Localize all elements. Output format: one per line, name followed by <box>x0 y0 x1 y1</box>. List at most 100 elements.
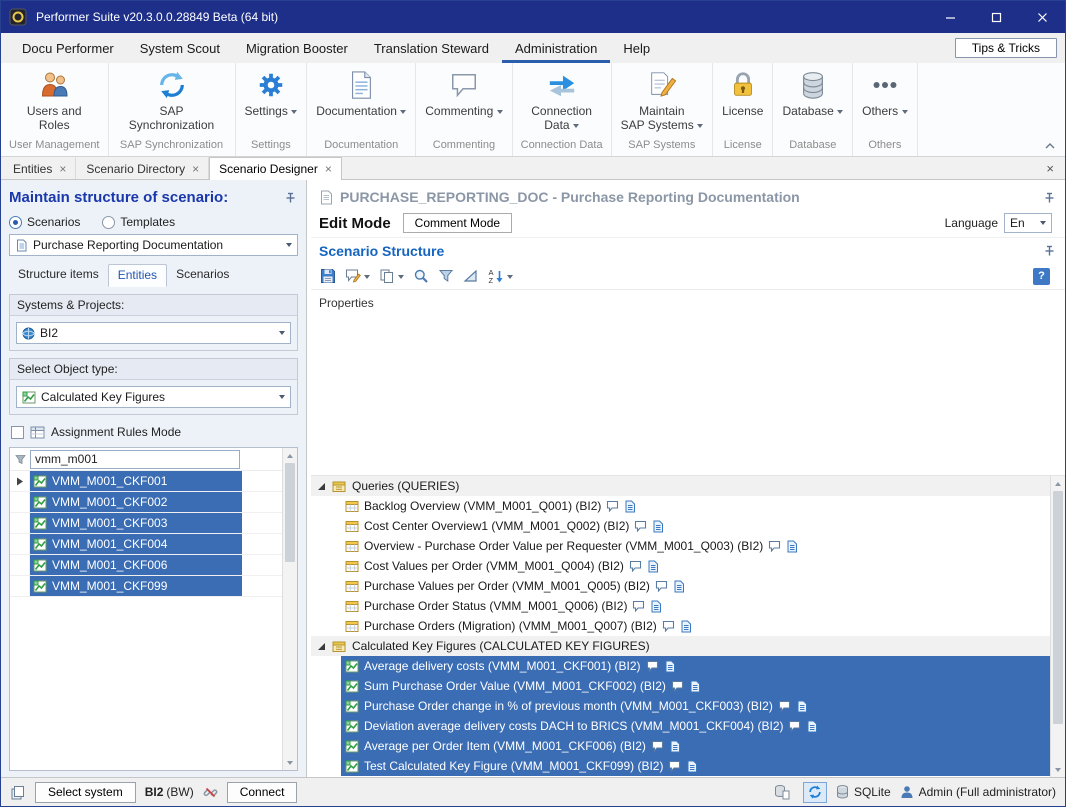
menu-item-migration-booster[interactable]: Migration Booster <box>233 33 361 63</box>
menu-item-administration[interactable]: Administration <box>502 33 610 63</box>
select-system-button[interactable]: Select system <box>35 782 136 803</box>
comment-options-button[interactable] <box>342 265 373 287</box>
comment-icon[interactable] <box>606 500 619 512</box>
ribbon-button-connection-data[interactable]: Connection Data <box>522 63 601 137</box>
tab-structure-items[interactable]: Structure items <box>9 264 108 287</box>
scroll-thumb[interactable] <box>1053 491 1063 724</box>
close-icon[interactable]: × <box>192 163 199 175</box>
tips-tricks-button[interactable]: Tips & Tricks <box>955 38 1057 58</box>
comment-icon[interactable] <box>671 680 684 692</box>
tree-item[interactable]: Test Calculated Key Figure (VMM_M001_CKF… <box>311 756 1050 776</box>
object-type-combobox[interactable]: Calculated Key Figures <box>16 386 291 408</box>
tab-scenario-designer[interactable]: Scenario Designer× <box>209 157 342 180</box>
zoom-button[interactable] <box>410 266 432 286</box>
ribbon-button-others[interactable]: Others <box>853 63 916 137</box>
close-icon[interactable]: × <box>59 163 66 175</box>
tree-scrollbar[interactable] <box>1050 476 1065 777</box>
copy-button[interactable] <box>376 265 407 287</box>
help-button[interactable]: ? <box>1033 268 1050 285</box>
connect-button[interactable]: Connect <box>227 782 298 803</box>
collapse-icon[interactable] <box>317 482 326 491</box>
tree-item[interactable]: Overview - Purchase Order Value per Requ… <box>311 536 1050 556</box>
comment-icon[interactable] <box>651 740 664 752</box>
scroll-down-icon[interactable] <box>283 755 297 770</box>
scenario-combobox[interactable]: Purchase Reporting Documentation <box>9 234 298 256</box>
scroll-up-icon[interactable] <box>1051 476 1065 491</box>
scroll-track[interactable] <box>283 463 297 755</box>
ribbon-button-database[interactable]: Database <box>773 63 852 137</box>
comment-icon[interactable] <box>662 620 675 632</box>
tree-item[interactable]: Purchase Orders (Migration) (VMM_M001_Q0… <box>311 616 1050 636</box>
document-icon[interactable] <box>652 520 664 533</box>
language-combobox[interactable]: En <box>1004 213 1052 233</box>
grid-row[interactable]: VMM_M001_CKF099 <box>10 576 282 597</box>
ribbon-button-settings[interactable]: Settings <box>236 63 307 137</box>
document-icon[interactable] <box>796 700 808 713</box>
comment-icon[interactable] <box>632 600 645 612</box>
tree-item[interactable]: Backlog Overview (VMM_M001_Q001) (BI2) <box>311 496 1050 516</box>
tree-item[interactable]: Purchase Order change in % of previous m… <box>311 696 1050 716</box>
ribbon-button-commenting[interactable]: Commenting <box>416 63 511 137</box>
scroll-track[interactable] <box>1051 491 1065 762</box>
filter-funnel-icon[interactable] <box>10 454 30 465</box>
collapse-icon[interactable] <box>317 642 326 651</box>
comment-icon[interactable] <box>778 700 791 712</box>
grid-row[interactable]: VMM_M001_CKF001 <box>10 471 282 492</box>
document-icon[interactable] <box>624 500 636 513</box>
grid-row[interactable]: VMM_M001_CKF004 <box>10 534 282 555</box>
document-icon[interactable] <box>689 680 701 693</box>
menu-item-system-scout[interactable]: System Scout <box>127 33 233 63</box>
tree-group-queries-queries[interactable]: Queries (QUERIES) <box>311 476 1050 496</box>
comment-icon[interactable] <box>646 660 659 672</box>
ribbon-button-documentation[interactable]: Documentation <box>307 63 415 137</box>
tab-entities[interactable]: Entities <box>108 264 167 287</box>
tree-item[interactable]: Cost Center Overview1 (VMM_M001_Q002) (B… <box>311 516 1050 536</box>
document-icon[interactable] <box>650 600 662 613</box>
grid-row[interactable]: VMM_M001_CKF006 <box>10 555 282 576</box>
comment-icon[interactable] <box>788 720 801 732</box>
menu-item-help[interactable]: Help <box>610 33 663 63</box>
filter-button[interactable] <box>435 266 457 286</box>
radio-templates[interactable]: Templates <box>102 215 175 229</box>
comment-icon[interactable] <box>629 560 642 572</box>
grid-row[interactable]: VMM_M001_CKF003 <box>10 513 282 534</box>
save-button[interactable] <box>317 266 339 286</box>
document-icon[interactable] <box>680 620 692 633</box>
comment-icon[interactable] <box>668 760 681 772</box>
tabstrip-close-icon[interactable]: × <box>1035 157 1065 179</box>
sort-button[interactable]: AZ <box>485 265 516 287</box>
radio-scenarios[interactable]: Scenarios <box>9 215 80 229</box>
ribbon-button-sap-synchronization[interactable]: SAP Synchronization <box>109 63 235 137</box>
tab-entities[interactable]: Entities× <box>3 157 76 179</box>
ribbon-button-users-and-roles[interactable]: Users and Roles <box>18 63 91 137</box>
assignment-rules-checkbox[interactable] <box>11 426 24 439</box>
system-combobox[interactable]: BI2 <box>16 322 291 344</box>
grid-scrollbar[interactable] <box>282 448 297 770</box>
scroll-down-icon[interactable] <box>1051 762 1065 777</box>
tree-item[interactable]: Average per Order Item (VMM_M001_CKF006)… <box>311 736 1050 756</box>
scroll-up-icon[interactable] <box>283 448 297 463</box>
tree-group-calculated-key-figures-calculated-key-figures[interactable]: Calculated Key Figures (CALCULATED KEY F… <box>311 636 1050 656</box>
grid-row[interactable]: VMM_M001_CKF002 <box>10 492 282 513</box>
validate-button[interactable] <box>460 266 482 286</box>
tab-scenario-directory[interactable]: Scenario Directory× <box>76 157 209 179</box>
ribbon-button-maintain-sap-systems[interactable]: Maintain SAP Systems <box>612 63 712 137</box>
tree-item[interactable]: Average delivery costs (VMM_M001_CKF001)… <box>311 656 1050 676</box>
ribbon-button-license[interactable]: License <box>713 63 772 137</box>
tree-item[interactable]: Cost Values per Order (VMM_M001_Q004) (B… <box>311 556 1050 576</box>
scroll-thumb[interactable] <box>285 463 295 562</box>
menu-item-translation-steward[interactable]: Translation Steward <box>361 33 502 63</box>
tree-item[interactable]: Purchase Values per Order (VMM_M001_Q005… <box>311 576 1050 596</box>
comment-icon[interactable] <box>634 520 647 532</box>
maximize-button[interactable] <box>973 1 1019 33</box>
tree-item[interactable]: Purchase Order Status (VMM_M001_Q006) (B… <box>311 596 1050 616</box>
minimize-button[interactable] <box>927 1 973 33</box>
tree-item[interactable]: Deviation average delivery costs DACH to… <box>311 716 1050 736</box>
document-icon[interactable] <box>673 580 685 593</box>
refresh-button[interactable] <box>803 782 827 803</box>
document-icon[interactable] <box>647 560 659 573</box>
document-icon[interactable] <box>786 540 798 553</box>
menu-item-docu-performer[interactable]: Docu Performer <box>9 33 127 63</box>
document-icon[interactable] <box>669 740 681 753</box>
document-icon[interactable] <box>806 720 818 733</box>
